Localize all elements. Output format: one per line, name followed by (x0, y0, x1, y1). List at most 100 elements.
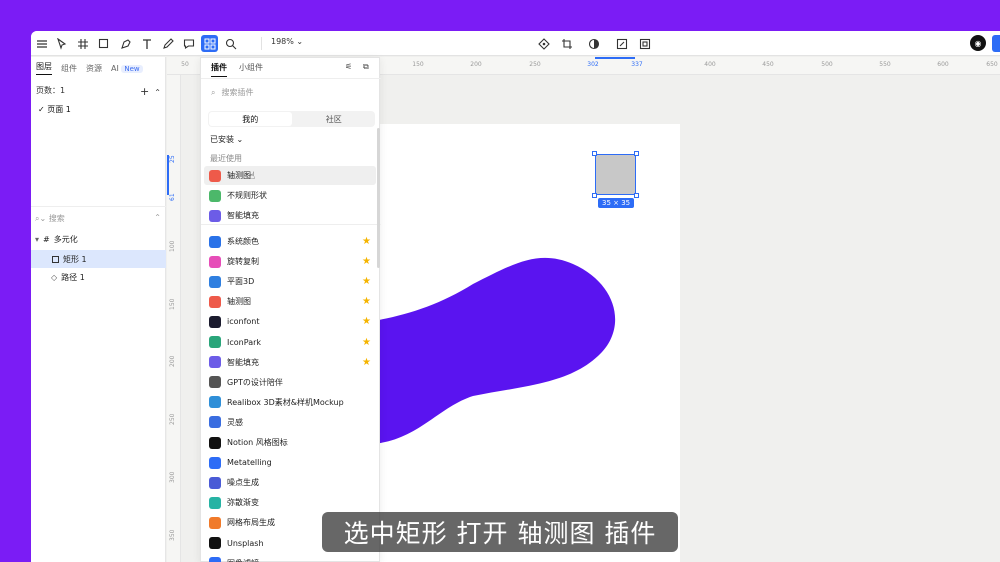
plugin-label: 弥散渐变 (227, 498, 259, 508)
plugin-item[interactable]: Notion 风格图标 (204, 433, 376, 452)
plugin-icon (209, 315, 221, 328)
plugin-icon (209, 235, 221, 248)
plugin-item[interactable]: 旋转复制 ★ (204, 252, 376, 271)
ruler-tick: 550 (879, 61, 891, 68)
caret-down-icon[interactable]: ▾ (35, 235, 39, 244)
comment-icon[interactable] (182, 35, 196, 52)
share-button[interactable] (992, 35, 1000, 52)
plugin-panel: 插件 小组件 ⚟ ⧉ ⌕ 搜索插件 我的 社区 已安装 ⌄ 最近使用 轴测图 ☝ 不… (200, 57, 381, 562)
collapse-icon[interactable]: ⌃ (154, 213, 161, 224)
ruler-tick: 250 (169, 413, 176, 425)
tab-widgets[interactable]: 小组件 (239, 62, 263, 77)
plugin-icon (209, 396, 221, 409)
layers-panel: 图层 组件 资源 AI New 页数：1 + ⌃ ✓ 页面 1 ⌕⌄ 搜索 ⌃ … (31, 57, 166, 562)
star-icon[interactable]: ★ (362, 256, 371, 267)
segment-mine[interactable]: 我的 (209, 112, 292, 126)
move-icon[interactable] (55, 35, 69, 52)
tab-layers[interactable]: 图层 (36, 61, 52, 75)
plugin-item[interactable]: IconPark ★ (204, 333, 376, 352)
open-external-icon[interactable]: ⧉ (363, 62, 369, 72)
add-page-icon[interactable]: + (140, 85, 149, 98)
plugin-item[interactable]: 图像滤镜 (204, 554, 376, 562)
installed-filter[interactable]: 已安装 ⌄ (210, 134, 243, 145)
pencil-icon[interactable] (161, 35, 175, 52)
plugin-item[interactable]: 系统颜色 ★ (204, 232, 376, 251)
layer-label: 矩形 1 (63, 254, 87, 264)
layer-search[interactable]: ⌕⌄ 搜索 ⌃ (35, 213, 161, 224)
recent-plugin-item[interactable]: 智能填充 (204, 206, 376, 225)
plugin-item[interactable]: 平面3D ★ (204, 272, 376, 291)
plugin-item[interactable]: Realibox 3D素材&样机Mockup (204, 393, 376, 412)
plugin-item[interactable]: iconfont ★ (204, 312, 376, 331)
star-icon[interactable]: ★ (362, 316, 371, 327)
plugin-search-input[interactable]: ⌕ 搜索插件 (211, 87, 253, 98)
star-icon[interactable]: ★ (362, 276, 371, 287)
edit-image-icon[interactable] (615, 35, 629, 52)
plugin-item[interactable]: Metatelling (204, 453, 376, 472)
star-icon[interactable]: ★ (362, 296, 371, 307)
zoom-dropdown[interactable]: 198% ⌄ (271, 37, 303, 46)
resize-handle[interactable] (634, 193, 639, 198)
frame-icon[interactable] (76, 35, 90, 52)
ruler-tick: 200 (169, 355, 176, 367)
resize-handle[interactable] (592, 151, 597, 156)
resize-handle[interactable] (634, 151, 639, 156)
pen-icon[interactable] (119, 35, 133, 52)
tab-ai[interactable]: AI New (111, 64, 143, 73)
layer-frame[interactable]: ▾ # 多元化 (31, 230, 166, 248)
ruler-tick: 250 (529, 61, 541, 68)
scrollbar[interactable] (377, 128, 380, 268)
page-item[interactable]: ✓ 页面 1 (38, 104, 71, 115)
user-avatar[interactable]: ◉ (970, 35, 986, 51)
plugin-label: 平面3D (227, 277, 255, 287)
crop-icon[interactable] (560, 35, 574, 52)
plugin-icon (209, 336, 221, 348)
selected-rectangle[interactable] (592, 151, 639, 198)
plugin-label: 智能填充 (227, 211, 259, 220)
star-icon[interactable]: ★ (362, 236, 371, 247)
star-icon[interactable]: ★ (362, 337, 371, 348)
tab-components[interactable]: 组件 (61, 63, 77, 74)
ruler-tick: 150 (169, 298, 176, 310)
menu-icon[interactable] (35, 35, 49, 52)
plugin-icon (209, 557, 221, 562)
plugin-label: Metatelling (227, 458, 272, 468)
plugin-item[interactable]: 智能填充 ★ (204, 353, 376, 372)
frame-layer-icon: # (43, 234, 50, 244)
layer-search-placeholder: 搜索 (48, 214, 65, 223)
plugin-item[interactable]: GPTの设计陪伴 (204, 373, 376, 392)
layer-path[interactable]: ◇ 路径 1 (31, 268, 166, 286)
recent-plugin-item[interactable]: 轴测图 ☝ (204, 166, 376, 185)
video-subtitle: 选中矩形 打开 轴测图 插件 (322, 512, 678, 552)
shape-icon[interactable] (97, 35, 111, 52)
plugin-item[interactable]: 轴测图 ★ (204, 292, 376, 311)
plugin-icon (209, 255, 221, 268)
plugin-item[interactable]: 灵感 (204, 413, 376, 432)
plugin-item[interactable]: 弥散渐变 (204, 493, 376, 512)
plugin-item[interactable]: 噪点生成 (204, 473, 376, 492)
layer-rectangle[interactable]: 矩形 1 (31, 250, 166, 268)
plugin-label: 网格布局生成 (227, 518, 275, 528)
chevron-up-icon[interactable]: ⌃ (154, 88, 161, 97)
plugin-icon[interactable] (201, 35, 218, 52)
tab-plugins[interactable]: 插件 (211, 62, 227, 77)
settings-icon[interactable]: ⚟ (345, 62, 352, 71)
plugin-tabs: 插件 小组件 (211, 62, 263, 77)
recent-plugin-item[interactable]: 不规则形状 (204, 186, 376, 205)
component-icon[interactable] (537, 35, 551, 52)
divider (201, 224, 381, 225)
resize-handle[interactable] (592, 193, 597, 198)
mask-icon[interactable] (638, 35, 652, 52)
plugin-label: 不规则形状 (227, 191, 267, 200)
star-icon[interactable]: ★ (362, 357, 371, 368)
tab-assets[interactable]: 资源 (86, 63, 102, 74)
text-icon[interactable] (140, 35, 154, 52)
segment-community[interactable]: 社区 (293, 111, 376, 127)
plugin-label: 旋转复制 (227, 257, 259, 267)
rectangle-shape[interactable] (595, 154, 636, 195)
ruler-tick: 400 (704, 61, 716, 68)
plugin-icon (209, 189, 221, 202)
contrast-icon[interactable] (583, 35, 605, 52)
search-icon[interactable] (224, 35, 238, 52)
ruler-tick: 450 (762, 61, 774, 68)
